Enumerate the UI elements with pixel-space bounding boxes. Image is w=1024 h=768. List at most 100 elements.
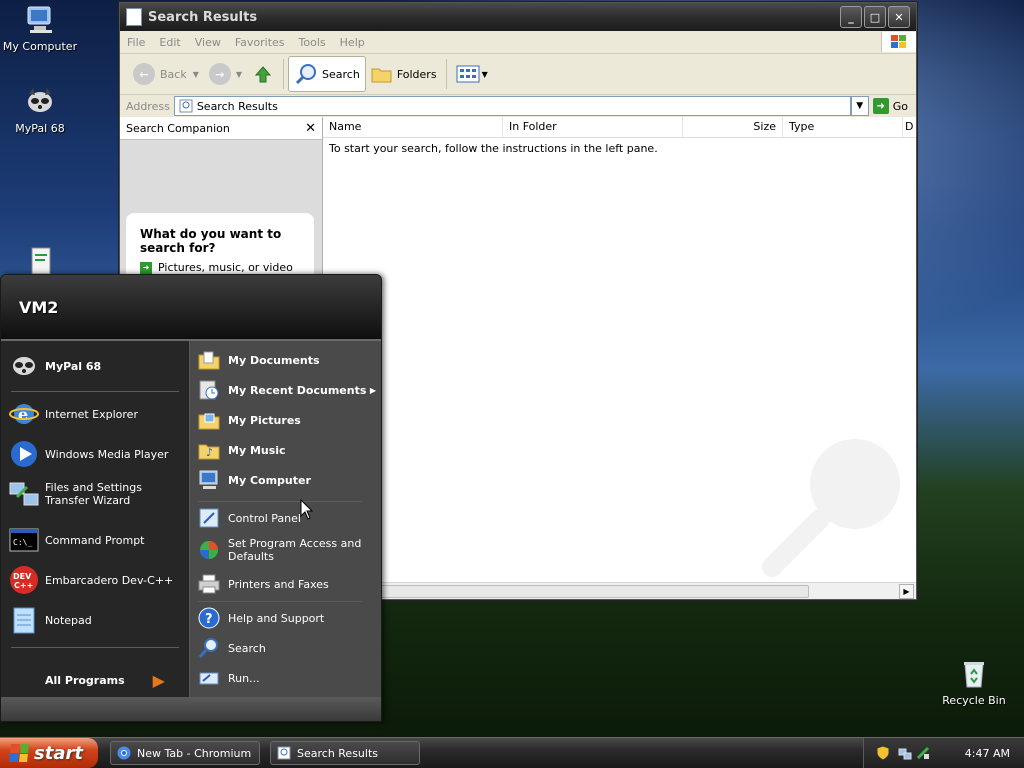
column-size[interactable]: Size [683, 117, 783, 137]
address-dropdown-button[interactable]: ▼ [850, 96, 869, 116]
place-program-access[interactable]: Set Program Access and Defaults [198, 537, 376, 563]
place-label: My Pictures [228, 413, 301, 427]
start-item-label: MyPal 68 [45, 359, 102, 373]
start-item-label: Windows Media Player [45, 447, 169, 461]
desktop-icon-mypal[interactable]: MyPal 68 [0, 86, 80, 135]
results-pane: Name In Folder Size Type D To start your… [323, 117, 916, 599]
search-results-icon [179, 99, 193, 113]
search-results-icon [277, 746, 291, 760]
place-control-panel[interactable]: Control Panel [198, 507, 376, 529]
media-player-icon [9, 439, 39, 469]
start-item-notepad[interactable]: Notepad [9, 605, 185, 635]
menu-edit[interactable]: Edit [152, 36, 187, 49]
windows-logo-icon [881, 32, 916, 52]
minimize-button[interactable]: _ [840, 6, 862, 28]
close-pane-icon[interactable]: ✕ [305, 121, 316, 136]
results-message: To start your search, follow the instruc… [329, 142, 658, 155]
maximize-button[interactable]: □ [864, 6, 886, 28]
search-option-label: Pictures, music, or video [158, 261, 293, 274]
place-label: My Music [228, 443, 286, 457]
menu-help[interactable]: Help [333, 36, 372, 49]
menu-favorites[interactable]: Favorites [228, 36, 292, 49]
start-button[interactable]: start [0, 738, 98, 768]
taskbar-item-label: Search Results [297, 746, 379, 760]
search-companion-header: Search Companion ✕ [120, 117, 322, 140]
start-item-windows-media-player[interactable]: Windows Media Player [9, 439, 185, 469]
place-label: My Recent Documents [228, 383, 367, 397]
green-arrow-icon: ➜ [140, 261, 152, 274]
up-folder-icon [254, 66, 272, 83]
address-label: Address [126, 99, 170, 113]
place-search[interactable]: Search [198, 637, 376, 659]
all-programs-button[interactable]: All Programs ▶ [45, 671, 165, 690]
svg-text:DEV: DEV [13, 572, 32, 581]
menu-tools[interactable]: Tools [292, 36, 333, 49]
back-label: Back [160, 67, 187, 81]
scrollbar-thumb[interactable] [379, 585, 809, 598]
taskbar-item-chromium[interactable]: New Tab - Chromium [110, 741, 260, 765]
taskbar-item-search-results[interactable]: Search Results [270, 741, 420, 765]
column-date[interactable]: D [903, 117, 913, 137]
start-item-label: Embarcadero Dev-C++ [45, 573, 174, 587]
place-help-support[interactable]: ? Help and Support [198, 607, 376, 629]
views-button[interactable]: ▼ [451, 57, 493, 91]
menu-view[interactable]: View [188, 36, 228, 49]
start-item-command-prompt[interactable]: C:\_ Command Prompt [9, 525, 185, 555]
security-shield-icon[interactable] [876, 745, 890, 761]
address-field[interactable]: Search Results [173, 96, 851, 116]
computer-icon [24, 4, 56, 36]
desktop-icon-my-computer[interactable]: My Computer [0, 4, 80, 53]
scroll-right-button[interactable]: ▶ [899, 584, 914, 599]
forward-arrow-icon: → [208, 63, 231, 85]
menu-file[interactable]: File [120, 36, 152, 49]
place-label: Search [228, 641, 266, 655]
search-option-pictures[interactable]: ➜ Pictures, music, or video [140, 261, 314, 274]
folder-search-icon [126, 8, 142, 26]
svg-text:C++: C++ [14, 581, 33, 590]
start-menu-footer [1, 697, 381, 721]
place-printers-faxes[interactable]: Printers and Faxes [198, 573, 376, 595]
place-label: Run... [228, 671, 260, 685]
place-my-computer[interactable]: My Computer [198, 469, 376, 491]
back-button[interactable]: ← Back ▼ [128, 57, 204, 91]
svg-text:♪: ♪ [206, 446, 213, 459]
start-item-internet-explorer[interactable]: e Internet Explorer [9, 399, 185, 429]
go-button[interactable]: ➜ Go [872, 98, 908, 114]
start-item-label: Files and Settings Transfer Wizard [45, 481, 142, 507]
window-titlebar[interactable]: Search Results _ □ ✕ [120, 3, 916, 31]
search-companion-title: Search Companion [126, 121, 230, 135]
column-name[interactable]: Name [323, 117, 503, 137]
folders-label: Folders [396, 67, 437, 81]
close-button[interactable]: ✕ [888, 6, 910, 28]
place-run[interactable]: Run... [198, 667, 376, 689]
system-tray: 4:47 AM [863, 738, 1024, 768]
taskbar: start New Tab - Chromium Search Results … [0, 737, 1024, 768]
start-item-mypal[interactable]: MyPal 68 [9, 351, 185, 381]
column-type[interactable]: Type [783, 117, 903, 137]
address-value: Search Results [196, 99, 278, 113]
clock[interactable]: 4:47 AM [965, 747, 1010, 760]
place-my-recent-documents[interactable]: My Recent Documents ▶ [198, 379, 376, 401]
desktop-icon-recycle-bin[interactable]: Recycle Bin [934, 658, 1014, 707]
start-item-transfer-wizard[interactable]: Files and Settings Transfer Wizard [9, 479, 185, 509]
horizontal-scrollbar[interactable]: ▶ [373, 582, 916, 599]
place-my-pictures[interactable]: My Pictures [198, 409, 376, 431]
start-item-devcpp[interactable]: DEV C++ Embarcadero Dev-C++ [9, 565, 185, 595]
start-item-label: Command Prompt [45, 533, 145, 547]
column-headers: Name In Folder Size Type D [323, 117, 916, 138]
run-icon [198, 667, 220, 689]
start-item-label: Internet Explorer [45, 407, 138, 421]
place-my-documents[interactable]: My Documents [198, 349, 376, 371]
safely-remove-icon[interactable] [916, 746, 930, 760]
place-label: My Computer [228, 473, 311, 487]
network-icon[interactable] [898, 746, 912, 760]
transfer-wizard-icon [9, 479, 39, 509]
notepad-icon [9, 605, 39, 635]
place-my-music[interactable]: ♪ My Music [198, 439, 376, 461]
folders-button[interactable]: Folders [366, 57, 442, 91]
up-button[interactable] [247, 57, 279, 91]
arrow-right-icon: ▶ [369, 385, 376, 395]
column-in-folder[interactable]: In Folder [503, 117, 683, 137]
forward-button[interactable]: → ▼ [204, 57, 247, 91]
search-button[interactable]: Search [288, 56, 366, 92]
